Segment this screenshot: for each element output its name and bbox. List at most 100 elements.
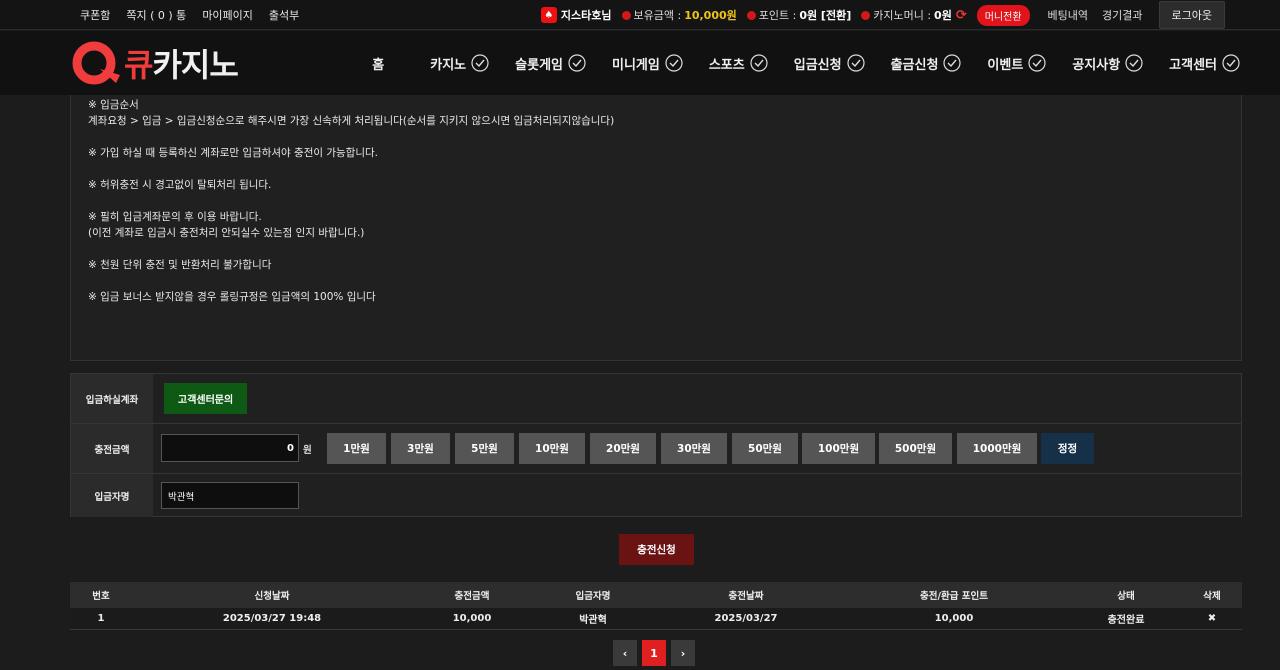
- notice-line: ※ 천원 단위 충전 및 반환처리 불가합니다: [88, 259, 272, 271]
- charge-submit-button[interactable]: 충전신청: [619, 534, 694, 565]
- nav-notice[interactable]: 공지사항: [1072, 54, 1143, 73]
- reset-button[interactable]: 정정: [1041, 433, 1094, 464]
- nav-label: 미니게임: [612, 57, 660, 73]
- balance-stat: 보유금액 : 10,000원: [621, 7, 737, 23]
- notice-line: ※ 필히 입금계좌문의 후 이용 바랍니다.: [88, 211, 262, 223]
- notice-line: ※ 가입 하실 때 등록하신 계좌로만 입금하셔야 충전이 가능합니다.: [88, 147, 378, 159]
- table-row: 1 2025/03/27 19:48 10,000 박관혁 2025/03/27…: [70, 608, 1242, 630]
- check-circle-icon: [750, 54, 768, 72]
- check-circle-icon: [471, 54, 489, 72]
- support-inquiry-button[interactable]: 고객센터문의: [164, 383, 248, 414]
- depositor-input[interactable]: [161, 482, 299, 509]
- user-badge: ♠ 지스타호님: [540, 7, 612, 23]
- coupon-link[interactable]: 쿠폰함: [80, 7, 110, 23]
- attendance-link[interactable]: 출석부: [269, 7, 299, 23]
- col-header: 삭제: [1203, 591, 1221, 602]
- amount-input[interactable]: [161, 434, 299, 462]
- user-status-area: ♠ 지스타호님 보유금액 : 10,000원 포인트 : 0원 [전환] 카지노…: [531, 0, 1225, 30]
- notice-line: 계좌요청 > 입금 > 입금신청순으로 해주시면 가장 신속하게 처리됩니다(순…: [88, 115, 615, 127]
- point-label: 포인트 :: [758, 9, 797, 22]
- game-results-link[interactable]: 경기결과: [1102, 7, 1142, 23]
- check-circle-icon: [1028, 54, 1046, 72]
- casino-money-stat: 카지노머니 : 0원 ⟳: [861, 7, 967, 23]
- amount-button-50k[interactable]: 5만원: [455, 433, 514, 464]
- logo-text-white: 카지노: [152, 46, 238, 84]
- nav-support[interactable]: 고객센터: [1169, 54, 1240, 73]
- row-points: 10,000: [934, 613, 974, 624]
- col-header: 신청날짜: [254, 591, 290, 602]
- col-header: 입금자명: [575, 591, 611, 602]
- deposit-notice: ※ 입금순서 계좌요청 > 입금 > 입금신청순으로 해주시면 가장 신속하게 …: [70, 95, 1242, 361]
- depositor-label: 입금자명: [71, 474, 153, 517]
- delete-icon[interactable]: ✖: [1208, 608, 1216, 629]
- notice-line: ※ 입금순서: [88, 99, 139, 111]
- page-button-current[interactable]: 1: [642, 640, 666, 666]
- check-circle-icon: [1125, 54, 1143, 72]
- amount-label: 충전금액: [71, 424, 153, 473]
- nav-casino[interactable]: 카지노: [430, 54, 489, 73]
- check-circle-icon: [846, 54, 865, 72]
- point-stat[interactable]: 포인트 : 0원 [전환]: [746, 7, 851, 23]
- row-status: 충전완료: [1107, 615, 1145, 626]
- logo-text-red: 큐: [124, 46, 153, 84]
- main-header: 큐카지노 홈 카지노 슬롯게임 미니게임 스포츠 입금신청 출금신청 이벤트 공…: [0, 31, 1280, 95]
- nav-deposit[interactable]: 입금신청: [794, 54, 865, 73]
- account-label: 입금하실계좌: [71, 374, 153, 423]
- col-header: 충전금액: [454, 591, 490, 602]
- casino-money-value: 0원: [934, 9, 952, 22]
- amount-button-500k[interactable]: 50만원: [732, 433, 798, 464]
- nav-minigame[interactable]: 미니게임: [612, 54, 683, 73]
- row-charge-date: 2025/03/27: [714, 613, 778, 624]
- nav-home[interactable]: 홈: [372, 54, 384, 73]
- casino-money-dot-icon: [861, 10, 871, 20]
- nav-label: 카지노: [430, 57, 467, 73]
- logo-q-icon: [72, 41, 120, 85]
- casino-money-label: 카지노머니 :: [873, 9, 932, 22]
- amount-unit: 원: [303, 445, 312, 456]
- row-depositor: 박관혁: [579, 615, 607, 626]
- amount-button-1m[interactable]: 100만원: [802, 433, 875, 464]
- amount-row: 충전금액 원 1만원 3만원 5만원 10만원 20만원 30만원 50만원 1…: [71, 424, 1241, 474]
- col-header: 번호: [92, 591, 110, 602]
- amount-button-10k[interactable]: 1만원: [327, 433, 386, 464]
- mypage-link[interactable]: 마이페이지: [202, 7, 253, 23]
- nav-label: 슬롯게임: [515, 57, 563, 73]
- nav-sports[interactable]: 스포츠: [709, 54, 768, 73]
- money-convert-button[interactable]: 머니전환: [976, 4, 1030, 26]
- betting-history-link[interactable]: 베팅내역: [1048, 7, 1088, 23]
- messages-link[interactable]: 쪽지 ( 0 ) 통: [126, 7, 186, 23]
- check-circle-icon: [1222, 54, 1240, 72]
- main-nav: 홈 카지노 슬롯게임 미니게임 스포츠 입금신청 출금신청 이벤트 공지사항 고…: [346, 31, 1240, 95]
- pagination: ‹ 1 ›: [613, 640, 695, 666]
- nav-withdraw[interactable]: 출금신청: [891, 54, 962, 73]
- check-circle-icon: [568, 54, 586, 72]
- nav-slot[interactable]: 슬롯게임: [515, 54, 586, 73]
- nav-label: 스포츠: [708, 57, 745, 73]
- refresh-icon[interactable]: ⟳: [956, 8, 967, 23]
- col-header: 상태: [1117, 591, 1135, 602]
- site-logo[interactable]: 큐카지노: [70, 38, 239, 88]
- prev-page-button[interactable]: ‹: [613, 640, 637, 666]
- account-row: 입금하실계좌 고객센터문의: [71, 374, 1241, 424]
- deposit-history-table: 번호 신청날짜 충전금액 입금자명 충전날짜 충전/환급 포인트 상태 삭제 1…: [70, 582, 1242, 630]
- amount-button-300k[interactable]: 30만원: [661, 433, 727, 464]
- logo-text: 큐카지노: [124, 40, 239, 86]
- amount-button-30k[interactable]: 3만원: [391, 433, 450, 464]
- next-page-button[interactable]: ›: [671, 640, 695, 666]
- point-value[interactable]: 0원 [전환]: [799, 7, 851, 23]
- balance-dot-icon: [621, 10, 631, 20]
- amount-button-200k[interactable]: 20만원: [590, 433, 656, 464]
- row-request-date: 2025/03/27 19:48: [222, 613, 322, 624]
- nav-event[interactable]: 이벤트: [987, 54, 1046, 73]
- amount-button-100k[interactable]: 10만원: [519, 433, 585, 464]
- nav-label: 출금신청: [890, 57, 939, 73]
- table-header: 번호 신청날짜 충전금액 입금자명 충전날짜 충전/환급 포인트 상태 삭제: [70, 582, 1242, 608]
- user-level-icon: ♠: [540, 7, 557, 23]
- balance-label: 보유금액 :: [633, 9, 682, 22]
- nav-label: 입금신청: [793, 57, 842, 73]
- check-circle-icon: [665, 54, 683, 72]
- amount-button-5m[interactable]: 500만원: [879, 433, 952, 464]
- logout-button[interactable]: 로그아웃: [1158, 1, 1225, 29]
- point-dot-icon: [746, 10, 756, 20]
- amount-button-10m[interactable]: 1000만원: [957, 433, 1037, 464]
